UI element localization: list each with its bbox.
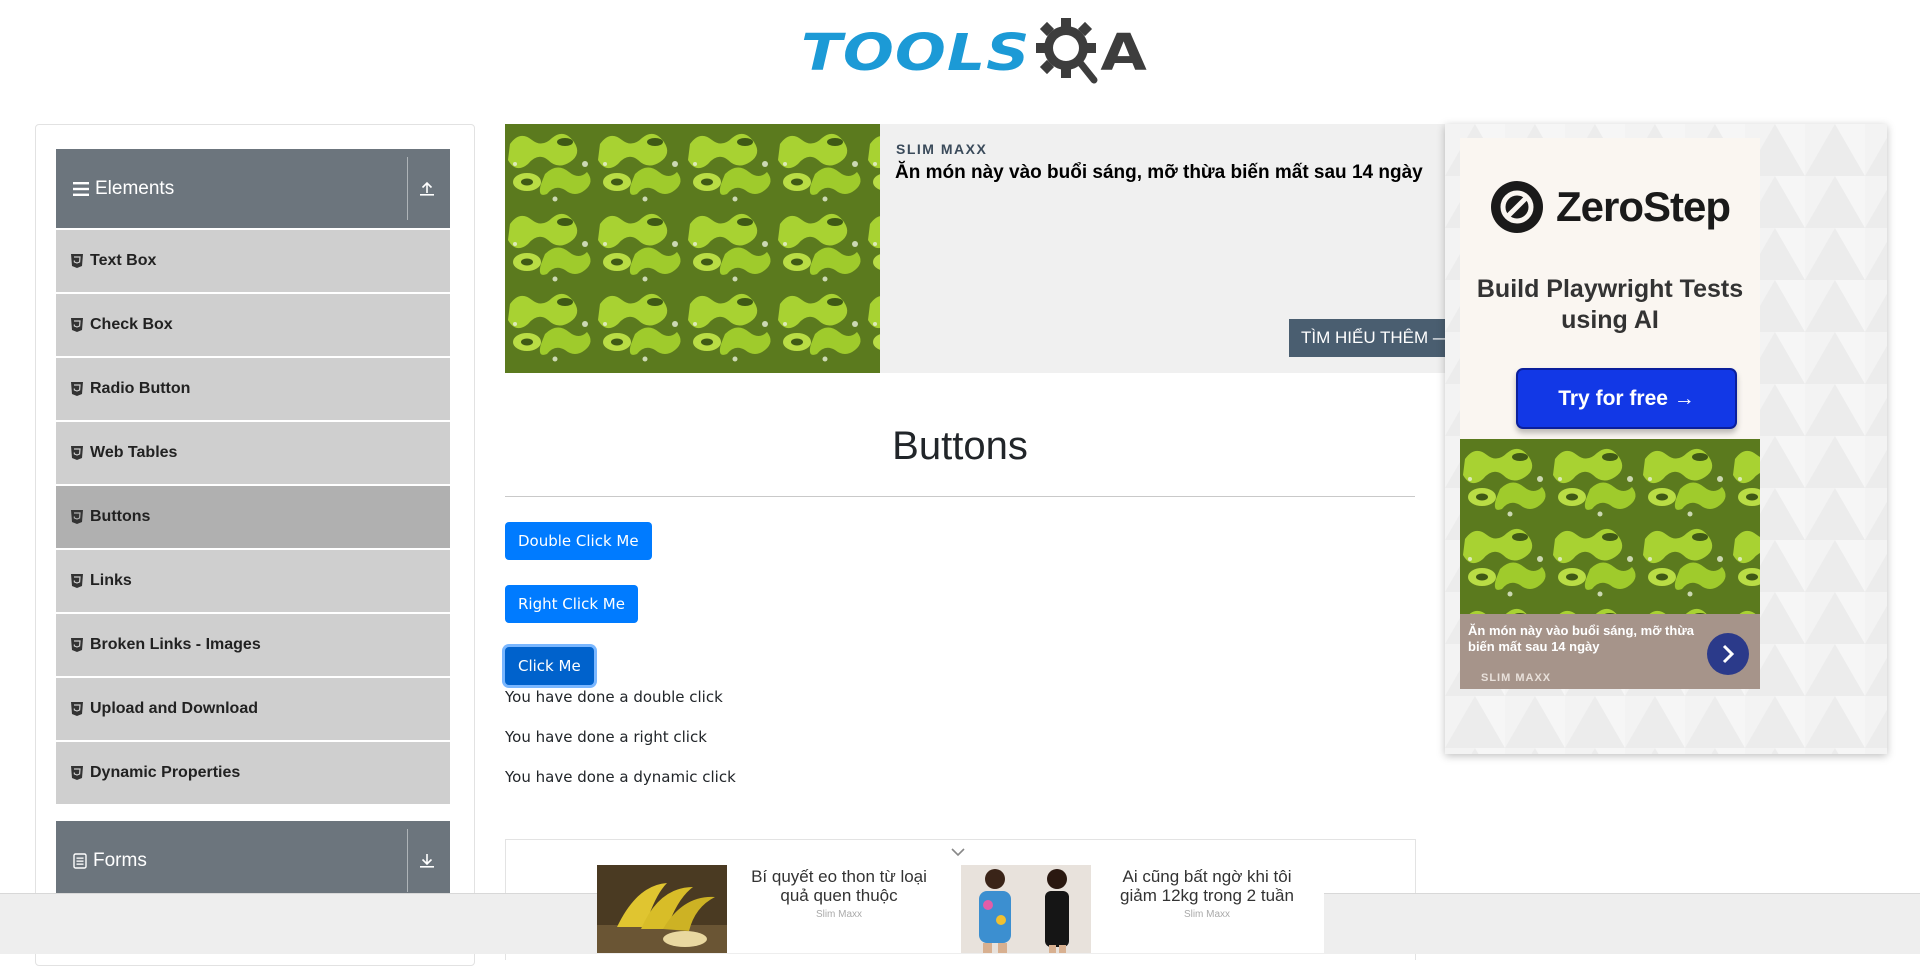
html5-icon	[71, 446, 83, 460]
sidebar-item-web-tables[interactable]: Web Tables	[56, 422, 450, 484]
html5-icon	[71, 318, 83, 332]
before-after-thumbnail	[961, 865, 1091, 953]
sticky-ad[interactable]: Bí quyết eo thon từ loại quả quen thuộc …	[597, 865, 1324, 953]
logo-text-a: A	[1100, 23, 1147, 83]
sidebar-item-label: Buttons	[90, 508, 151, 525]
sticky-ad-item[interactable]: Ai cũng bất ngờ khi tôi giảm 12kg trong …	[961, 865, 1324, 953]
toolsqa-logo[interactable]: TOOLS A	[801, 14, 1147, 92]
click-me-button[interactable]: Click Me	[505, 647, 594, 685]
side-ad-caption-text: Ăn món này vào buổi sáng, mỡ thừa biến m…	[1468, 623, 1694, 654]
sidebar-item-radio-button[interactable]: Radio Button	[56, 358, 450, 420]
sidebar-item-links[interactable]: Links	[56, 550, 450, 612]
document-icon	[73, 852, 87, 869]
sticky-ad-title: Bí quyết eo thon từ loại quả quen thuộc	[751, 867, 927, 905]
header-divider	[407, 157, 408, 220]
expand-down-icon[interactable]	[412, 845, 442, 875]
sidebar-item-label: Links	[90, 572, 132, 589]
right-click-button[interactable]: Right Click Me	[505, 585, 638, 623]
zerostep-logo: ZeroStep	[1490, 180, 1731, 234]
ad-brand: SLIM MAXX	[896, 141, 988, 157]
sidebar-item-label: Upload and Download	[90, 700, 258, 717]
dynamic-click-message: You have done a dynamic click	[505, 768, 736, 786]
side-ad-caption-brand: SLIM MAXX	[1481, 672, 1552, 684]
try-for-free-button[interactable]: Try for free →	[1516, 368, 1737, 429]
double-click-button[interactable]: Double Click Me	[505, 522, 652, 560]
zerostep-tagline: Build Playwright Tests using AI	[1476, 275, 1744, 334]
side-ad-caption[interactable]: Ăn món này vào buổi sáng, mỡ thừa biến m…	[1460, 614, 1760, 689]
sidebar-item-upload-download[interactable]: Upload and Download	[56, 678, 450, 740]
html5-icon	[71, 574, 83, 588]
html5-icon	[71, 510, 83, 524]
html5-icon	[71, 766, 83, 780]
double-click-message: You have done a double click	[505, 688, 723, 706]
sidebar-item-label: Web Tables	[90, 444, 178, 461]
html5-icon	[71, 638, 83, 652]
sidebar-group-title: Forms	[93, 849, 147, 871]
ad-headline[interactable]: Ăn món này vào buổi sáng, mỡ thừa biến m…	[895, 162, 1423, 184]
side-ad-food-image	[1460, 439, 1760, 614]
hamburger-icon	[73, 181, 89, 196]
header-divider	[407, 829, 408, 892]
ad-food-image	[505, 124, 880, 373]
sidebar-item-text-box[interactable]: Text Box	[56, 230, 450, 292]
sticky-ad-title: Ai cũng bất ngờ khi tôi giảm 12kg trong …	[1120, 867, 1294, 905]
title-divider	[505, 496, 1415, 497]
html5-icon	[71, 254, 83, 268]
sidebar-item-check-box[interactable]: Check Box	[56, 294, 450, 356]
zerostep-icon	[1491, 181, 1543, 233]
gear-magnifier-icon	[1032, 14, 1106, 93]
side-ad[interactable]: ZeroStep Build Playwright Tests using AI…	[1445, 124, 1887, 754]
sidebar-item-label: Check Box	[90, 316, 173, 333]
collapse-up-icon[interactable]	[412, 173, 442, 203]
sidebar-item-buttons[interactable]: Buttons	[56, 486, 450, 548]
sticky-ad-brand: Slim Maxx	[1183, 909, 1231, 920]
sidebar-item-label: Dynamic Properties	[90, 764, 241, 781]
zerostep-name: ZeroStep	[1556, 183, 1731, 230]
sticky-ad-item[interactable]: Bí quyết eo thon từ loại quả quen thuộc …	[597, 865, 957, 953]
sidebar-group-elements[interactable]: Elements	[56, 149, 450, 228]
sidebar-group-title: Elements	[95, 177, 175, 199]
ad-learn-more-button[interactable]: TÌM HIỂU THÊM —	[1289, 319, 1462, 357]
sidebar-item-label: Text Box	[90, 252, 157, 269]
chevron-down-icon[interactable]	[951, 844, 965, 862]
logo-text-tools: TOOLS	[801, 23, 1031, 83]
html5-icon	[71, 702, 83, 716]
sidebar-group-forms[interactable]: Forms	[56, 821, 450, 900]
page-title: Buttons	[892, 424, 1028, 468]
sidebar-item-label: Broken Links - Images	[90, 636, 261, 653]
right-click-message: You have done a right click	[505, 728, 707, 746]
sidebar-item-label: Radio Button	[90, 380, 191, 397]
chevron-right-icon[interactable]	[1707, 633, 1749, 675]
sticky-ad-brand: Slim Maxx	[815, 909, 863, 920]
sidebar-item-broken-links[interactable]: Broken Links - Images	[56, 614, 450, 676]
html5-icon	[71, 382, 83, 396]
banana-thumbnail	[597, 865, 727, 953]
sidebar-item-dynamic-properties[interactable]: Dynamic Properties	[56, 742, 450, 804]
